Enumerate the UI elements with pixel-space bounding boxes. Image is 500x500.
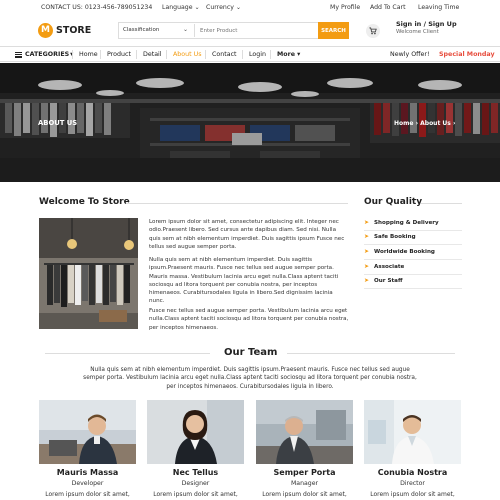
member-photo	[364, 400, 461, 464]
search-input[interactable]	[194, 24, 318, 37]
team-title: Our Team	[224, 347, 278, 358]
team-intro: Nulla quis sem at nibh elementum imperdi…	[83, 367, 417, 390]
nav-product[interactable]: Product	[107, 51, 131, 58]
divider	[364, 259, 462, 260]
arrow-right-icon: ➤	[364, 277, 370, 284]
chevron-down-icon: ⌄	[194, 4, 200, 11]
quality-item-associate[interactable]: ➤ Associate	[364, 263, 404, 270]
nav-login[interactable]: Login	[249, 51, 266, 58]
chevron-down-icon: ▾	[297, 51, 301, 58]
member-description: Lorem ipsum dolor sit amet,	[370, 491, 455, 498]
team-card[interactable]: Conubia Nostra Director Lorem ipsum dolo…	[364, 400, 461, 500]
quality-title: Our Quality	[364, 197, 423, 207]
breadcrumb-current: About Us	[420, 120, 451, 127]
member-role: Manager	[290, 480, 319, 487]
leaving-time-link[interactable]: Leaving Time	[418, 4, 459, 11]
page-title: ABOUT US	[38, 119, 78, 127]
quality-item-worldwide[interactable]: ➤ Worldwide Booking	[364, 248, 435, 255]
nav-home[interactable]: Home	[79, 51, 98, 58]
welcome-paragraph-2: Nulla quis sem at nibh elementum imperdi…	[149, 257, 339, 305]
header: M STORE Classification ⌄ SEARCH Sign in …	[0, 16, 500, 44]
search-button[interactable]: SEARCH	[318, 22, 349, 39]
menu-icon	[15, 51, 22, 59]
divider	[364, 288, 462, 289]
member-photo	[39, 400, 136, 464]
quality-item-shopping[interactable]: ➤ Shopping & Delivery	[364, 219, 439, 226]
currency-dropdown[interactable]: Currency ⌄	[206, 4, 241, 11]
welcome-title: Welcome To Store	[39, 197, 130, 207]
member-name: Semper Porta	[273, 468, 336, 477]
member-description: Lorem ipsum dolor sit amet,	[153, 491, 238, 498]
nav-detail[interactable]: Detail	[143, 51, 162, 58]
store-photo	[39, 218, 138, 329]
logo-mark: M	[38, 22, 53, 38]
divider	[364, 274, 462, 275]
cart-icon	[369, 27, 377, 35]
chevron-right-icon: ›	[452, 120, 456, 127]
quality-item-safe-booking[interactable]: ➤ Safe Booking	[364, 233, 416, 240]
member-name: Conubia Nostra	[377, 468, 448, 477]
categories-menu[interactable]: CATEGORIES ▾	[15, 51, 73, 59]
add-to-cart-link[interactable]: Add To Cart	[370, 4, 406, 11]
nav-divider	[100, 50, 101, 59]
member-name: Nec Tellus	[172, 468, 219, 477]
member-role: Developer	[71, 480, 104, 487]
nav-contact[interactable]: Contact	[212, 51, 237, 58]
title-underline	[421, 203, 462, 204]
nav-about-us[interactable]: About Us	[173, 51, 202, 58]
my-profile-link[interactable]: My Profile	[330, 4, 360, 11]
nav-divider	[270, 50, 271, 59]
breadcrumb: Home › About Us ›	[394, 120, 455, 127]
arrow-right-icon: ➤	[364, 233, 370, 240]
logo[interactable]: M STORE	[38, 22, 91, 38]
arrow-right-icon: ➤	[364, 219, 370, 226]
member-description: Lorem ipsum dolor sit amet,	[262, 491, 347, 498]
member-role: Director	[400, 480, 425, 487]
main-nav: CATEGORIES ▾ Home Product Detail About U…	[0, 46, 500, 62]
title-underline	[287, 353, 455, 354]
search-bar: Classification ⌄ SEARCH	[118, 22, 349, 39]
member-photo	[147, 400, 244, 464]
chevron-down-icon: ⌄	[235, 4, 242, 11]
welcome-text: Welcome Client	[396, 29, 439, 35]
member-role: Designer	[181, 480, 210, 487]
member-name: Mauris Massa	[56, 468, 119, 477]
title-underline	[126, 203, 348, 204]
logo-text: STORE	[56, 24, 92, 36]
welcome-paragraph-3: Fusce nec tellus sed augue semper porta.…	[149, 308, 349, 331]
team-card[interactable]: Mauris Massa Developer Lorem ipsum dolor…	[39, 400, 136, 500]
divider	[364, 244, 462, 245]
nav-divider	[205, 50, 206, 59]
hero-banner: ABOUT US Home › About Us ›	[0, 63, 500, 182]
categories-label: CATEGORIES	[25, 51, 70, 59]
arrow-right-icon: ➤	[364, 248, 370, 255]
language-dropdown[interactable]: Language ⌄	[162, 4, 200, 11]
member-description: Lorem ipsum dolor sit amet,	[45, 491, 130, 498]
chevron-down-icon[interactable]: ⌄	[183, 26, 188, 33]
signin-link[interactable]: Sign in / Sign Up	[396, 20, 457, 28]
team-card[interactable]: Nec Tellus Designer Lorem ipsum dolor si…	[147, 400, 244, 500]
newly-offer-link[interactable]: Newly Offer!	[390, 51, 430, 58]
nav-divider	[136, 50, 137, 59]
title-underline	[45, 353, 210, 354]
welcome-paragraph-1: Lorem ipsum dolor sit amet, consectetur …	[149, 219, 345, 250]
nav-divider	[166, 50, 167, 59]
nav-divider	[242, 50, 243, 59]
breadcrumb-home[interactable]: Home	[394, 120, 413, 127]
nav-divider	[72, 50, 73, 59]
quality-item-staff[interactable]: ➤ Our Staff	[364, 277, 402, 284]
classification-select[interactable]: Classification	[123, 27, 159, 33]
contact-text: CONTACT US: 0123-456-789051234	[41, 4, 153, 11]
special-monday-link[interactable]: Special Monday	[439, 51, 495, 58]
member-photo	[256, 400, 353, 464]
arrow-right-icon: ➤	[364, 263, 370, 270]
divider	[364, 230, 462, 231]
nav-more[interactable]: More ▾	[277, 51, 300, 58]
team-card[interactable]: Semper Porta Manager Lorem ipsum dolor s…	[256, 400, 353, 500]
top-bar: CONTACT US: 0123-456-789051234 Language …	[0, 0, 500, 16]
cart-button[interactable]	[366, 24, 380, 38]
